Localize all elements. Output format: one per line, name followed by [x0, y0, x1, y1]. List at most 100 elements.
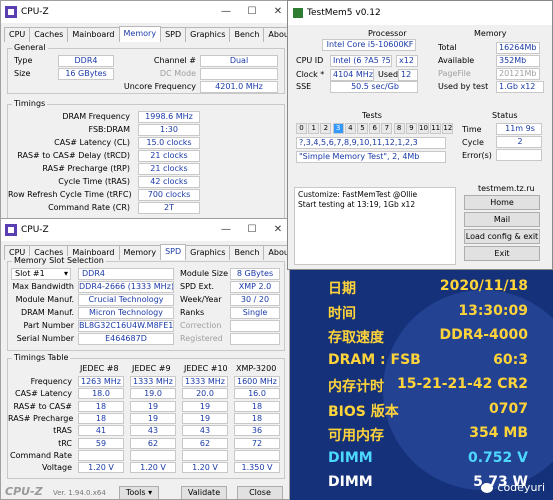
cpuz-spd-window: CPU-Z — ☐ ✕ CPU Caches Mainboard Memory …: [0, 218, 290, 500]
timing-value: 1998.6 MHz: [138, 111, 200, 123]
test-cell[interactable]: 11: [430, 123, 442, 134]
timing-label: RAS# to CAS# Delay (tRCD): [17, 151, 130, 160]
load-config-exit-button[interactable]: Load config & exit: [464, 229, 540, 244]
table-cell: 18: [234, 400, 280, 412]
window-title: CPU-Z: [21, 225, 49, 235]
tab-bench[interactable]: Bench: [229, 27, 265, 42]
table-cell: [78, 449, 124, 461]
test-cell[interactable]: 0: [296, 123, 307, 134]
bios-key: 日期: [328, 281, 356, 297]
table-cell: 19: [182, 400, 228, 412]
tab-memory[interactable]: Memory: [118, 26, 162, 42]
slot-select[interactable]: Slot #1 ▾: [11, 268, 71, 280]
tab-graphics[interactable]: Graphics: [185, 27, 231, 42]
sse-label: SSE: [296, 82, 312, 91]
table-cell: 1263 MHz: [78, 376, 124, 387]
table-cell: 62: [130, 437, 176, 449]
tab-spd[interactable]: SPD: [160, 27, 187, 42]
table-cell: 1333 MHz: [182, 376, 228, 387]
bios-key: BIOS 版本: [328, 403, 399, 420]
window-title: CPU-Z: [21, 7, 49, 17]
table-cell: 62: [182, 437, 228, 449]
test-cell[interactable]: 10: [418, 123, 429, 134]
table-cell: 1333 MHz: [130, 376, 176, 387]
clock-value: 4104 MHz: [330, 69, 374, 81]
tab-bench[interactable]: Bench: [229, 245, 265, 260]
maximize-icon[interactable]: ☐: [239, 219, 265, 241]
errors-value: [496, 149, 542, 161]
table-row-label: Command Rate: [9, 450, 72, 460]
maximize-icon[interactable]: ☐: [239, 1, 265, 23]
table-cell: 43: [130, 425, 176, 437]
minimize-icon[interactable]: —: [213, 1, 239, 23]
time-label: Time: [462, 125, 482, 134]
available-value: 352Mb: [496, 55, 540, 67]
home-button[interactable]: Home: [464, 195, 540, 210]
bios-value: 15-21-21-42 CR2: [396, 376, 528, 392]
pagefile-value: 20121Mb: [496, 68, 540, 80]
test-cell[interactable]: 3: [332, 123, 344, 134]
table-row-label: RAS# Precharge: [8, 413, 74, 423]
tab-about[interactable]: About: [263, 27, 289, 42]
timing-label: DRAM Frequency: [62, 112, 130, 121]
tab-mainboard[interactable]: Mainboard: [67, 27, 120, 42]
max-bw-value: DDR4-2666 (1333 MHz): [78, 281, 174, 293]
chevron-down-icon: ▾: [63, 269, 68, 278]
mail-button[interactable]: Mail: [464, 212, 540, 227]
tab-caches[interactable]: Caches: [29, 27, 69, 42]
minimize-icon[interactable]: —: [213, 219, 239, 241]
cpuz-memory-window: CPU-Z — ☐ ✕ CPU Caches Mainboard Memory …: [0, 0, 290, 222]
tools-label: Tools: [125, 488, 146, 497]
test-cell[interactable]: 5: [357, 123, 368, 134]
channel-label: Channel #: [153, 56, 196, 65]
sse-value: 50.5 sec/Gb: [330, 81, 418, 93]
tab-cpu[interactable]: CPU: [4, 27, 31, 42]
cpuid-label: CPU ID: [296, 56, 324, 65]
test-cell[interactable]: 12: [442, 123, 454, 134]
cpuz-app-icon: [5, 224, 17, 236]
spd-ext-value: XMP 2.0: [230, 281, 280, 293]
exit-button[interactable]: Exit: [464, 246, 540, 261]
tab-graphics[interactable]: Graphics: [185, 245, 231, 260]
bios-value: 13:30:09: [458, 302, 528, 319]
tab-about[interactable]: About: [263, 245, 289, 260]
timing-label: Row Refresh Cycle Time (tRFC): [8, 190, 132, 199]
slot-group: Memory Slot Selection Slot #1 ▾ DDR4 Modu…: [7, 256, 285, 351]
timing-label: Cycle Time (tRAS): [58, 177, 130, 186]
general-group: General Type DDR4 Size 16 GBytes Channel…: [7, 43, 285, 94]
used-by-test-label: Used by test: [438, 82, 489, 91]
table-header: JEDEC #10: [184, 364, 228, 373]
test-cell[interactable]: 1: [308, 123, 320, 134]
timing-label: CAS# Latency (CL): [54, 138, 130, 147]
table-cell: 19: [182, 412, 228, 424]
timings-table-group: Timings Table JEDEC #8 JEDEC #9 JEDEC #10 X…: [7, 353, 285, 479]
test-cell[interactable]: 6: [369, 123, 381, 134]
test-cell[interactable]: 9: [405, 123, 417, 134]
tools-button[interactable]: Tools ▾: [119, 486, 159, 499]
test-cell[interactable]: 8: [393, 123, 405, 134]
timing-label: RAS# Precharge (tRP): [42, 164, 130, 173]
watermark: codeyuri: [481, 481, 545, 494]
table-cell: 20.0: [182, 388, 228, 400]
used-value: 12: [398, 69, 418, 81]
tab-memory[interactable]: Memory: [118, 245, 162, 260]
title-bar: CPU-Z — ☐ ✕: [1, 219, 289, 241]
table-cell: 16.0: [234, 388, 280, 400]
test-cell[interactable]: 7: [381, 123, 393, 134]
test-cell[interactable]: 4: [344, 123, 356, 134]
tab-spd[interactable]: SPD: [160, 244, 187, 260]
pagefile-label: PageFile: [438, 69, 471, 78]
week-label: Week/Year: [180, 295, 222, 304]
table-row-label: tRC: [58, 438, 72, 448]
validate-button[interactable]: Validate: [181, 486, 227, 499]
table-cell: 59: [78, 437, 124, 449]
bios-key: DIMM: [328, 474, 373, 490]
part-label: Part Number: [23, 321, 74, 330]
size-value: 16 GBytes: [58, 68, 114, 80]
bios-value: DDR4-4000: [439, 327, 528, 343]
ranks-label: Ranks: [180, 308, 205, 317]
close-button[interactable]: Close: [237, 486, 283, 499]
table-cell: 19: [130, 400, 176, 412]
test-cell[interactable]: 2: [320, 123, 332, 134]
type-value: DDR4: [58, 55, 114, 67]
